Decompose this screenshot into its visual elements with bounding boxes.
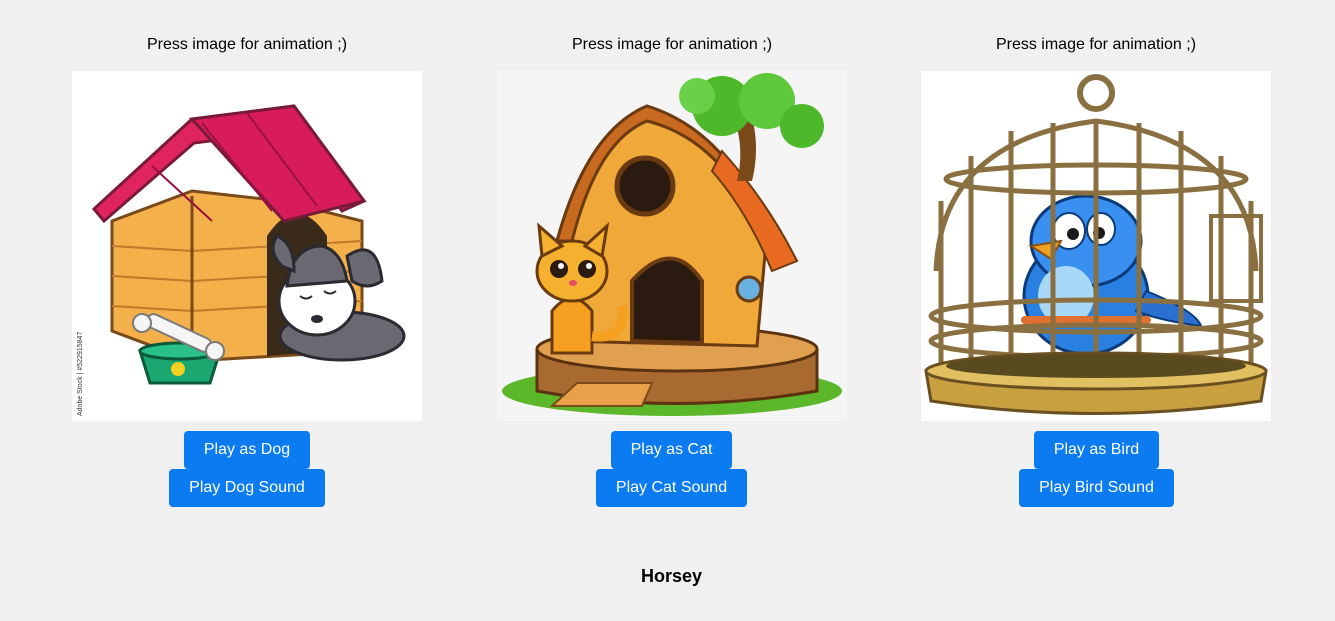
watermark-text: Adobe Stock | #522915847 [77,332,84,416]
card-hint: Press image for animation ;) [571,36,773,53]
play-as-bird-button[interactable]: Play as Bird [1034,431,1159,469]
dog-image[interactable]: Adobe Stock | #522915847 [72,71,422,421]
card-hint: Press image for animation ;) [146,36,348,53]
cat-image[interactable] [497,71,847,421]
section-title: Horsey [640,566,703,586]
play-bird-sound-button[interactable]: Play Bird Sound [1019,469,1174,507]
play-as-dog-button[interactable]: Play as Dog [184,431,310,469]
card-hint: Press image for animation ;) [995,36,1197,53]
play-cat-sound-button[interactable]: Play Cat Sound [596,469,747,507]
animal-cards: Press image for animation ;) Adobe Stock… [0,0,1335,621]
play-as-cat-button[interactable]: Play as Cat [611,431,732,469]
bird-image[interactable] [921,71,1271,421]
play-dog-sound-button[interactable]: Play Dog Sound [169,469,325,507]
